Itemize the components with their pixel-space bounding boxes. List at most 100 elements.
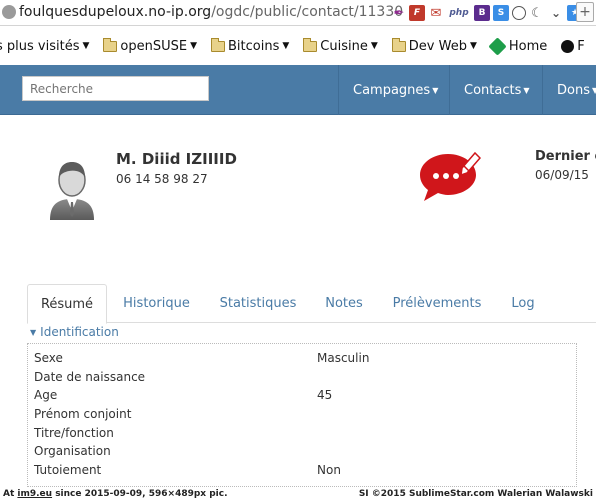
clock-extension-icon[interactable] — [512, 6, 526, 20]
chevron-down-icon: ▼ — [190, 41, 198, 51]
last-contact-label: Dernier c — [535, 149, 596, 164]
feather-extension-icon[interactable]: ✒ — [392, 5, 406, 21]
chevron-down-icon: ▼ — [282, 41, 290, 51]
folder-icon — [211, 37, 226, 52]
bookmark-label: Cuisine — [320, 38, 368, 54]
new-tab-plus-icon[interactable]: + — [576, 2, 594, 22]
field-label: Organisation — [34, 444, 111, 458]
chevron-down-icon: ▼ — [82, 41, 90, 51]
url-path: /ogdc/public/contact/11330 — [211, 4, 404, 20]
s-extension-icon[interactable]: S — [493, 5, 509, 21]
chevron-down-icon[interactable]: ⌄ — [548, 5, 564, 21]
bookmark-home[interactable]: Home — [488, 36, 548, 56]
bookmarks-bar: s plus visités ▼ openSUSE ▼ Bitcoins ▼ Cuis… — [0, 27, 596, 65]
footer-site-link[interactable]: im9.eu — [17, 489, 52, 499]
bookmark-label: Home — [508, 38, 548, 54]
app-navbar: Campagnes▼ Contacts▼ Dons▼ — [0, 65, 596, 115]
avatar-user-icon — [50, 162, 94, 220]
field-row: Organisation — [34, 444, 111, 462]
identification-panel: Sexe Masculin Date de naissance Age 45 Pré… — [27, 343, 577, 487]
tab-prelevements[interactable]: Prélèvements — [387, 284, 487, 323]
field-row: Titre/fonction — [34, 426, 114, 444]
tab-log[interactable]: Log — [502, 284, 544, 323]
tabs-bar: Résumé Historique Statistiques Notes Pré… — [27, 284, 596, 324]
bookmark-label: F — [577, 38, 585, 54]
tab-label: Log — [511, 296, 535, 311]
caret-down-icon: ▼ — [523, 85, 530, 95]
nav-label: Dons — [557, 82, 590, 98]
field-label: Titre/fonction — [34, 426, 114, 440]
folder-icon — [103, 37, 118, 52]
f-icon — [561, 39, 575, 53]
b-extension-icon[interactable]: B — [474, 5, 490, 21]
screen: foulquesdupeloux.no-ip.org/ogdc/public/c… — [0, 0, 596, 501]
contact-phone: 06 14 58 98 27 — [116, 172, 208, 186]
nav-contacts[interactable]: Contacts ▼ — [449, 65, 542, 115]
field-label: Sexe — [34, 351, 63, 365]
globe-icon — [2, 5, 16, 19]
bookmark-label: Dev Web — [408, 38, 467, 54]
url-bar[interactable]: foulquesdupeloux.no-ip.org/ogdc/public/c… — [0, 0, 596, 26]
bookmark-opensuse[interactable]: openSUSE ▼ — [103, 37, 198, 54]
chevron-down-icon: ▼ — [370, 41, 378, 51]
footer-left: At im9.eu since 2015-09-09, 596×489px pi… — [3, 489, 228, 499]
f-extension-icon[interactable]: F — [409, 5, 425, 21]
footer-right: SI ©2015 SublimeStar.com Walerian Walaws… — [358, 489, 593, 499]
home-icon — [488, 36, 507, 56]
field-row: Age 45 — [34, 388, 332, 406]
tab-historique[interactable]: Historique — [113, 284, 200, 323]
tab-resume[interactable]: Résumé — [27, 284, 107, 324]
tab-label: Notes — [325, 296, 363, 311]
field-value: Masculin — [317, 351, 370, 365]
chevron-down-icon: ▼ — [469, 41, 477, 51]
tab-label: Prélèvements — [392, 296, 482, 311]
url-host: foulquesdupeloux.no-ip.org — [19, 4, 212, 20]
nav-label: Campagnes — [353, 82, 431, 98]
field-row: Sexe Masculin — [34, 351, 369, 369]
field-label: Date de naissance — [34, 370, 146, 384]
search-input[interactable] — [22, 76, 209, 101]
caret-down-icon: ▼ — [591, 85, 596, 95]
tab-statistiques[interactable]: Statistiques — [210, 284, 306, 323]
bookmark-f[interactable]: F — [561, 38, 585, 54]
footer-prefix: At — [3, 489, 18, 499]
footer-suffix: since 2015-09-09, 596×489px pic. — [52, 489, 228, 499]
field-label: Age — [34, 388, 58, 402]
url-text[interactable]: foulquesdupeloux.no-ip.org/ogdc/public/c… — [19, 4, 403, 20]
contact-name: M. Diiid IZIIIID — [116, 150, 237, 168]
field-value: Non — [317, 463, 341, 477]
nav-campagnes[interactable]: Campagnes ▼ — [338, 65, 449, 115]
bookmark-label: openSUSE — [120, 38, 188, 54]
folder-icon — [303, 37, 318, 52]
tab-label: Statistiques — [219, 296, 297, 311]
bookmark-most-visited[interactable]: s plus visités ▼ — [0, 39, 89, 54]
field-row: Prénom conjoint — [34, 407, 131, 425]
last-contact-date: 06/09/15 — [535, 168, 589, 182]
field-row: Date de naissance — [34, 370, 145, 388]
field-row: Tutoiement Non — [34, 463, 341, 481]
bookmark-bitcoins[interactable]: Bitcoins ▼ — [211, 37, 290, 54]
php-extension-icon[interactable]: php — [447, 5, 471, 21]
caret-down-icon: ▼ — [432, 85, 439, 95]
nav-label: Contacts — [464, 82, 522, 98]
bookmark-label: s plus visités — [0, 38, 80, 54]
moon-extension-icon[interactable]: ☾ — [529, 5, 545, 21]
caret-down-icon: ▼ — [30, 327, 37, 337]
field-label: Tutoiement — [34, 463, 102, 477]
bookmark-label: Bitcoins — [228, 38, 280, 54]
folder-icon — [391, 37, 406, 52]
tab-label: Résumé — [40, 296, 94, 312]
mail-extension-icon[interactable]: ✉ — [428, 5, 444, 21]
nav-dons[interactable]: Dons ▼ — [542, 65, 596, 115]
bookmark-cuisine[interactable]: Cuisine ▼ — [303, 37, 378, 54]
field-label: Prénom conjoint — [34, 407, 132, 421]
bookmark-dev-web[interactable]: Dev Web ▼ — [391, 37, 477, 54]
image-host-footer: At im9.eu since 2015-09-09, 596×489px pi… — [0, 488, 596, 501]
chat-edit-icon[interactable] — [418, 148, 481, 203]
extension-icons: ✒ F ✉ php B S ☾ ⌄ ★ — [392, 4, 583, 22]
identification-toggle[interactable]: ▼ Identification — [30, 325, 119, 339]
section-title: Identification — [40, 325, 119, 339]
field-value: 45 — [317, 388, 333, 402]
tab-notes[interactable]: Notes — [318, 284, 370, 323]
tab-label: Historique — [123, 296, 190, 311]
